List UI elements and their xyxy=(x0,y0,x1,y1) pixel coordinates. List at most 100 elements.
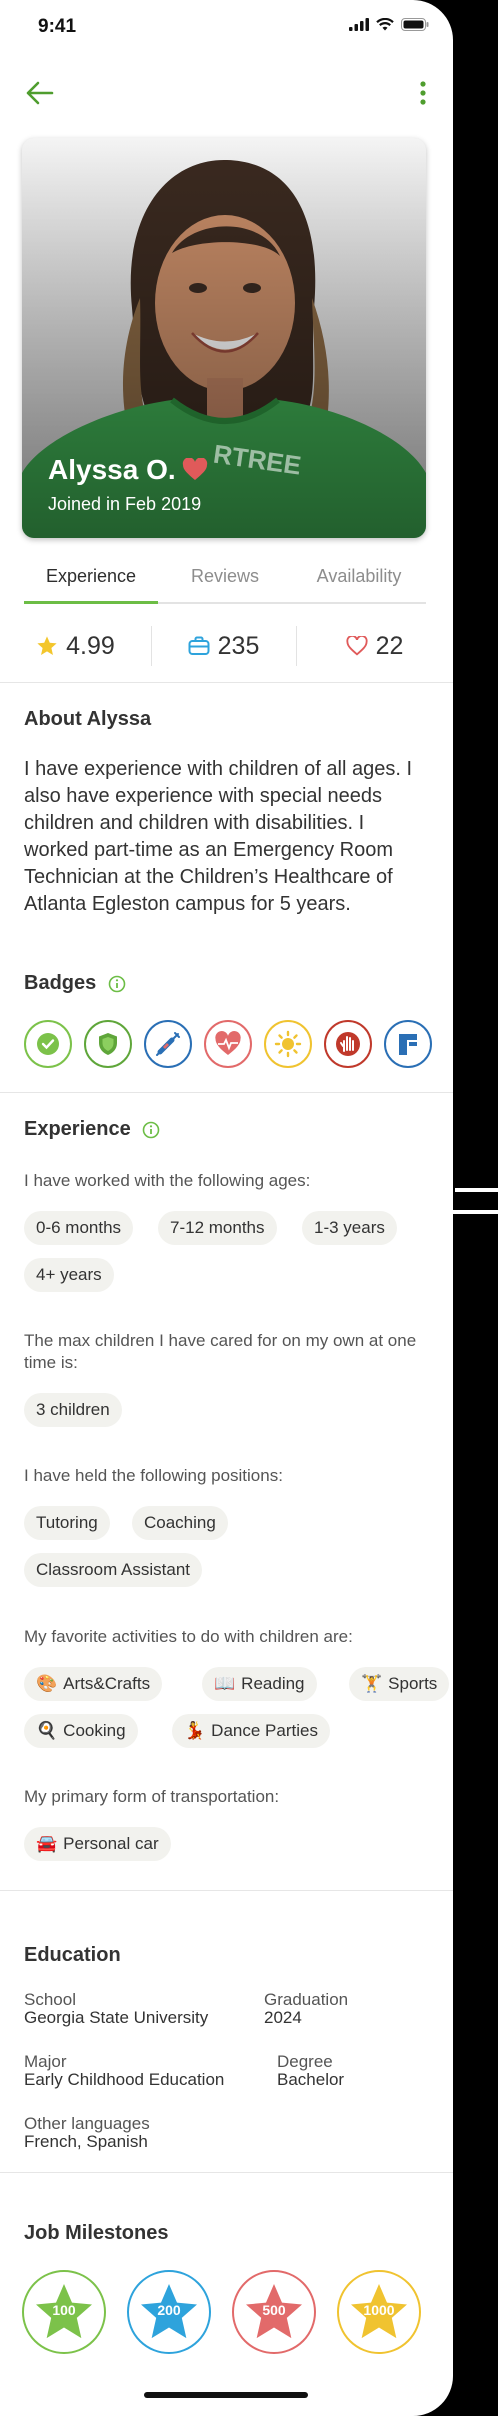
milestones-list: 100 200 500 1000 xyxy=(22,2270,421,2354)
info-icon[interactable] xyxy=(108,975,126,993)
major-label: Major xyxy=(24,2052,67,2071)
section-divider xyxy=(0,1092,453,1093)
milestone-value: 500 xyxy=(262,2302,286,2318)
activity-label: Arts&Crafts xyxy=(63,1674,151,1693)
badge-summer[interactable] xyxy=(264,1020,312,1068)
transport-chip: 🚘 Personal car xyxy=(24,1827,171,1861)
signal-icon xyxy=(349,18,369,31)
jobs-count: 235 xyxy=(217,631,260,660)
position-chip: Coaching xyxy=(132,1506,228,1540)
syringe-icon xyxy=(156,1032,180,1056)
rating-value: 4.99 xyxy=(66,631,115,660)
age-chip: 1-3 years xyxy=(302,1211,397,1245)
badges-title-text: Badges xyxy=(24,972,97,994)
section-divider xyxy=(0,2172,453,2173)
ages-label: I have worked with the following ages: xyxy=(24,1171,311,1190)
badge-education[interactable] xyxy=(384,1020,432,1068)
heartbeat-icon xyxy=(215,1031,241,1055)
transport-value: Personal car xyxy=(63,1834,159,1853)
car-icon: 🚘 xyxy=(36,1834,58,1853)
bookmark-icon xyxy=(399,1034,417,1055)
badge-safety[interactable] xyxy=(24,1020,72,1068)
milestone-badge: 1000 xyxy=(337,2270,421,2354)
activity-chip: 🍳 Cooking xyxy=(24,1714,138,1748)
scroll-marker xyxy=(455,1188,498,1192)
profile-photo-card: RTREE Alyssa O. Joined in Feb 2019 xyxy=(22,138,426,538)
activity-label: Sports xyxy=(388,1674,438,1693)
shield-icon xyxy=(99,1033,117,1055)
shield-check-icon xyxy=(37,1033,59,1055)
tab-experience[interactable]: Experience xyxy=(24,566,158,587)
education-title: Education xyxy=(24,1944,121,1966)
school-label: School xyxy=(24,1990,76,2009)
profile-screen: 9:41 RTREE Alyssa O. Joined in Feb 2019 … xyxy=(0,0,453,2416)
rating-stat: 4.99 xyxy=(0,610,151,682)
milestones-title: Job Milestones xyxy=(24,2222,169,2244)
profile-name-row: Alyssa O. xyxy=(48,454,208,486)
experience-title-text: Experience xyxy=(24,1118,131,1140)
max-children-chip: 3 children xyxy=(24,1393,122,1427)
degree-label: Degree xyxy=(277,2052,333,2071)
jobs-stat: 235 xyxy=(151,610,296,682)
activity-label: Reading xyxy=(241,1674,305,1693)
briefcase-icon xyxy=(188,636,210,655)
badges-title: Badges xyxy=(24,972,126,995)
major-value: Early Childhood Education xyxy=(24,2070,225,2089)
tab-reviews[interactable]: Reviews xyxy=(158,566,292,587)
age-chip: 0-6 months xyxy=(24,1211,134,1245)
palette-icon: 🎨 xyxy=(36,1674,58,1693)
home-indicator[interactable] xyxy=(144,2392,308,2398)
weightlifter-icon: 🏋 xyxy=(361,1674,383,1693)
badge-cpr[interactable] xyxy=(204,1020,252,1068)
positions-label: I have held the following positions: xyxy=(24,1466,283,1485)
milestone-value: 200 xyxy=(157,2302,181,2318)
dancer-icon: 💃 xyxy=(184,1721,206,1740)
favorites-count: 22 xyxy=(375,631,404,660)
tab-availability[interactable]: Availability xyxy=(292,566,426,587)
status-bar: 9:41 xyxy=(0,0,453,56)
about-title: About Alyssa xyxy=(24,708,152,730)
age-chip: 4+ years xyxy=(24,1258,114,1292)
max-children-label: The max children I have cared for on my … xyxy=(24,1331,417,1372)
profile-name: Alyssa O. xyxy=(48,454,176,485)
stats-row: 4.99 235 22 xyxy=(0,610,453,683)
milestone-value: 100 xyxy=(52,2302,76,2318)
favorites-stat: 22 xyxy=(296,610,453,682)
milestone-badge: 200 xyxy=(127,2270,211,2354)
back-arrow-icon[interactable] xyxy=(22,74,60,112)
age-chip: 7-12 months xyxy=(158,1211,277,1245)
profile-tabs: Experience Reviews Availability xyxy=(24,560,426,604)
more-options-icon[interactable] xyxy=(409,74,437,112)
sun-icon xyxy=(274,1030,302,1058)
activity-label: Cooking xyxy=(63,1721,126,1740)
frying-pan-icon: 🍳 xyxy=(36,1721,58,1740)
milestone-badge: 100 xyxy=(22,2270,106,2354)
graduation-label: Graduation xyxy=(264,1990,349,2009)
badge-special-needs[interactable] xyxy=(324,1020,372,1068)
activity-label: Dance Parties xyxy=(211,1721,318,1740)
status-time: 9:41 xyxy=(38,16,77,37)
active-tab-indicator xyxy=(24,601,158,604)
position-chip: Tutoring xyxy=(24,1506,110,1540)
degree-value: Bachelor xyxy=(277,2070,345,2089)
section-divider xyxy=(0,1890,453,1891)
info-icon[interactable] xyxy=(142,1121,160,1139)
badge-vaccinated[interactable] xyxy=(144,1020,192,1068)
experience-title: Experience xyxy=(24,1118,160,1141)
transport-label: My primary form of transportation: xyxy=(24,1787,280,1806)
status-icons xyxy=(349,18,429,31)
top-nav xyxy=(0,68,453,118)
languages-label: Other languages xyxy=(24,2114,150,2133)
wifi-icon xyxy=(376,18,394,31)
activity-chip: 🎨 Arts&Crafts xyxy=(24,1667,163,1701)
favorite-heart-icon[interactable] xyxy=(182,458,208,482)
milestone-badge: 500 xyxy=(232,2270,316,2354)
badges-list xyxy=(24,1020,432,1068)
activity-chip: 🏋 Sports xyxy=(349,1667,450,1701)
about-text: I have experience with children of all a… xyxy=(24,758,412,915)
languages-value: French, Spanish xyxy=(24,2132,148,2151)
graduation-value: 2024 xyxy=(264,2008,302,2027)
hand-icon xyxy=(336,1032,360,1056)
badge-background-check[interactable] xyxy=(84,1020,132,1068)
activity-chip: 💃 Dance Parties xyxy=(172,1714,330,1748)
